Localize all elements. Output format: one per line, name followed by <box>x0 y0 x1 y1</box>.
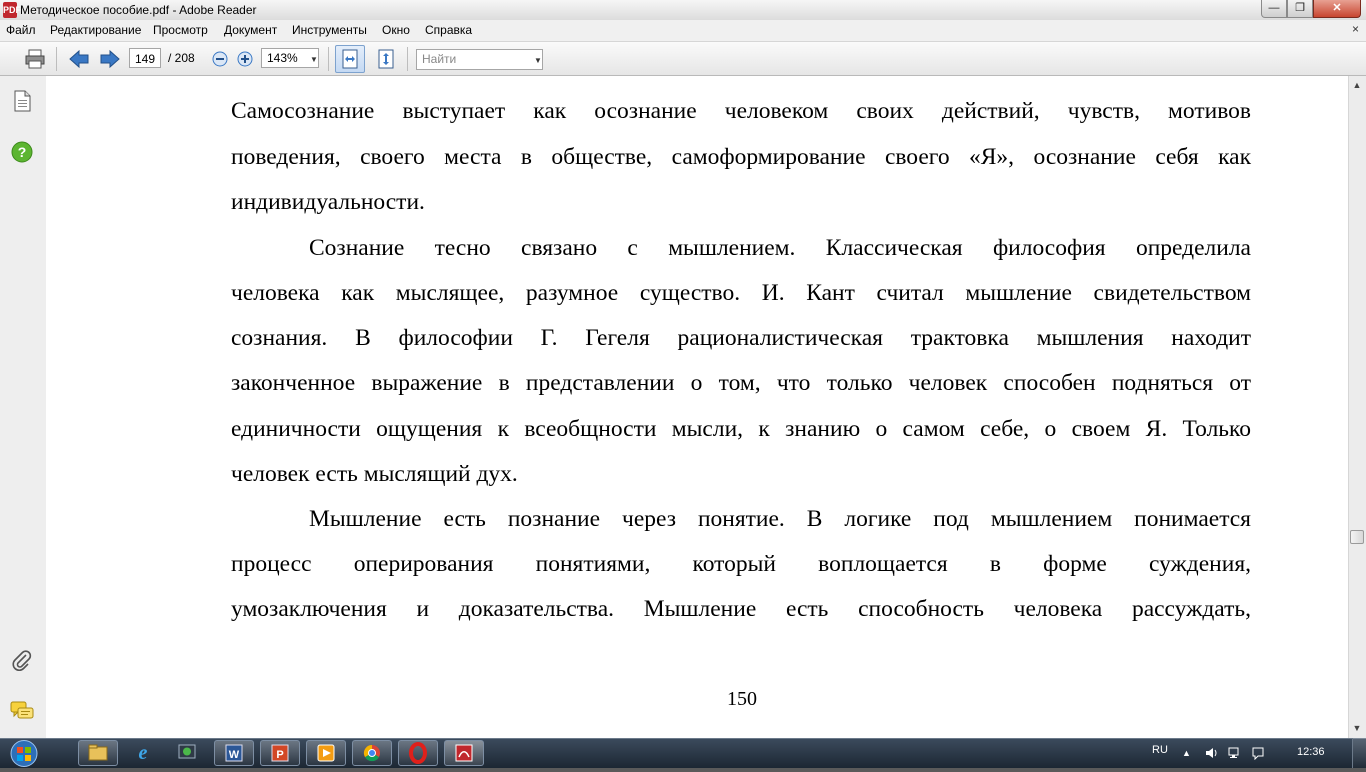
media-player-icon[interactable] <box>306 740 346 766</box>
minimize-button[interactable]: — <box>1261 0 1287 18</box>
document-line: Сознание тесно связано с мышлением. Клас… <box>309 235 1251 261</box>
toolbar-separator <box>56 47 57 71</box>
svg-text:W: W <box>229 749 240 761</box>
document-line: поведения, своего места в обществе, само… <box>231 144 1251 170</box>
document-line: человек есть мыслящий дух. <box>231 461 518 487</box>
zoom-out-icon[interactable] <box>211 50 229 68</box>
document-line: Самосознание выступает как осознание чел… <box>231 98 1251 124</box>
menu-document[interactable]: Документ <box>224 23 277 37</box>
zoom-in-icon[interactable] <box>236 50 254 68</box>
attachment-icon[interactable] <box>11 650 33 672</box>
document-line: Мышление есть познание через понятие. В … <box>309 506 1251 532</box>
action-center-icon[interactable] <box>1251 746 1265 761</box>
internet-explorer-icon[interactable]: e <box>124 740 164 766</box>
volume-icon[interactable] <box>1205 746 1219 760</box>
start-button[interactable] <box>4 740 44 767</box>
next-page-icon[interactable] <box>99 48 121 70</box>
navigation-panel: ? <box>0 76 47 738</box>
document-close-icon[interactable]: × <box>1352 22 1359 36</box>
toolbar: 149 / 208 143% ▼ Найти ▼ <box>0 42 1366 76</box>
menu-tools[interactable]: Инструменты <box>292 23 367 37</box>
document-page[interactable]: Самосознание выступает как осознание чел… <box>46 76 1348 738</box>
powerpoint-icon[interactable]: P <box>260 740 300 766</box>
page-footer-number: 150 <box>727 688 757 710</box>
scroll-down-icon[interactable]: ▼ <box>1349 720 1365 736</box>
fit-page-icon[interactable] <box>375 48 397 70</box>
document-line: сознания. В философии Г. Гегеля рационал… <box>231 325 1251 351</box>
scroll-up-icon[interactable]: ▲ <box>1349 77 1365 93</box>
svg-text:e: e <box>139 742 148 764</box>
fit-width-button[interactable] <box>335 45 365 73</box>
page-number-input[interactable]: 149 <box>129 48 161 68</box>
media-center-icon[interactable] <box>168 740 208 766</box>
total-pages: / 208 <box>168 51 195 65</box>
menu-window[interactable]: Окно <box>382 23 410 37</box>
show-desktop-button[interactable] <box>1352 738 1366 768</box>
find-dropdown-icon[interactable]: ▼ <box>534 56 542 65</box>
document-line: умозаключения и доказательства. Мышление… <box>231 596 1251 622</box>
chrome-icon[interactable] <box>352 740 392 766</box>
language-indicator[interactable]: RU <box>1152 744 1168 756</box>
svg-text:?: ? <box>18 144 27 160</box>
window-title: Методическое пособие.pdf - Adobe Reader <box>20 3 257 17</box>
adobe-reader-app-icon[interactable]: PDF <box>3 2 21 18</box>
print-icon[interactable] <box>24 48 46 70</box>
document-line: процесс оперирования понятиями, который … <box>231 551 1251 577</box>
previous-page-icon[interactable] <box>68 48 90 70</box>
vertical-scrollbar[interactable] <box>1348 76 1366 738</box>
clock[interactable]: 12:36 <box>1297 746 1325 758</box>
menu-file[interactable]: Файл <box>6 23 36 37</box>
zoom-level-value: 143% <box>267 51 298 65</box>
document-line: законченное выражение в представлении о … <box>231 370 1251 396</box>
menu-bar: Файл Редактирование Просмотр Документ Ин… <box>0 20 1366 42</box>
network-icon[interactable] <box>1228 746 1242 760</box>
help-icon[interactable]: ? <box>11 141 33 163</box>
toolbar-separator <box>407 47 408 71</box>
explorer-icon[interactable] <box>78 740 118 766</box>
menu-help[interactable]: Справка <box>425 23 472 37</box>
maximize-button[interactable]: ❐ <box>1287 0 1313 18</box>
comments-icon[interactable] <box>10 700 34 722</box>
adobe-reader-icon[interactable] <box>444 740 484 766</box>
opera-icon[interactable] <box>398 740 438 766</box>
document-line: человека как мыслящее, разумное существо… <box>231 280 1251 306</box>
word-icon[interactable]: W <box>214 740 254 766</box>
fit-width-icon <box>339 48 361 70</box>
document-line: индивидуальности. <box>231 189 425 215</box>
toolbar-separator <box>328 47 329 71</box>
menu-edit[interactable]: Редактирование <box>50 23 141 37</box>
zoom-dropdown-icon[interactable]: ▼ <box>310 55 318 64</box>
tray-expand-icon[interactable]: ▲ <box>1182 748 1191 758</box>
menu-view[interactable]: Просмотр <box>153 23 208 37</box>
scrollbar-thumb[interactable] <box>1350 530 1364 544</box>
find-placeholder: Найти <box>422 52 457 66</box>
find-input[interactable]: Найти <box>416 49 543 70</box>
document-line: единичности ощущения к всеобщности мысли… <box>231 416 1251 442</box>
close-button[interactable]: ✕ <box>1313 0 1361 18</box>
pages-icon[interactable] <box>12 90 32 112</box>
svg-text:P: P <box>276 749 283 761</box>
